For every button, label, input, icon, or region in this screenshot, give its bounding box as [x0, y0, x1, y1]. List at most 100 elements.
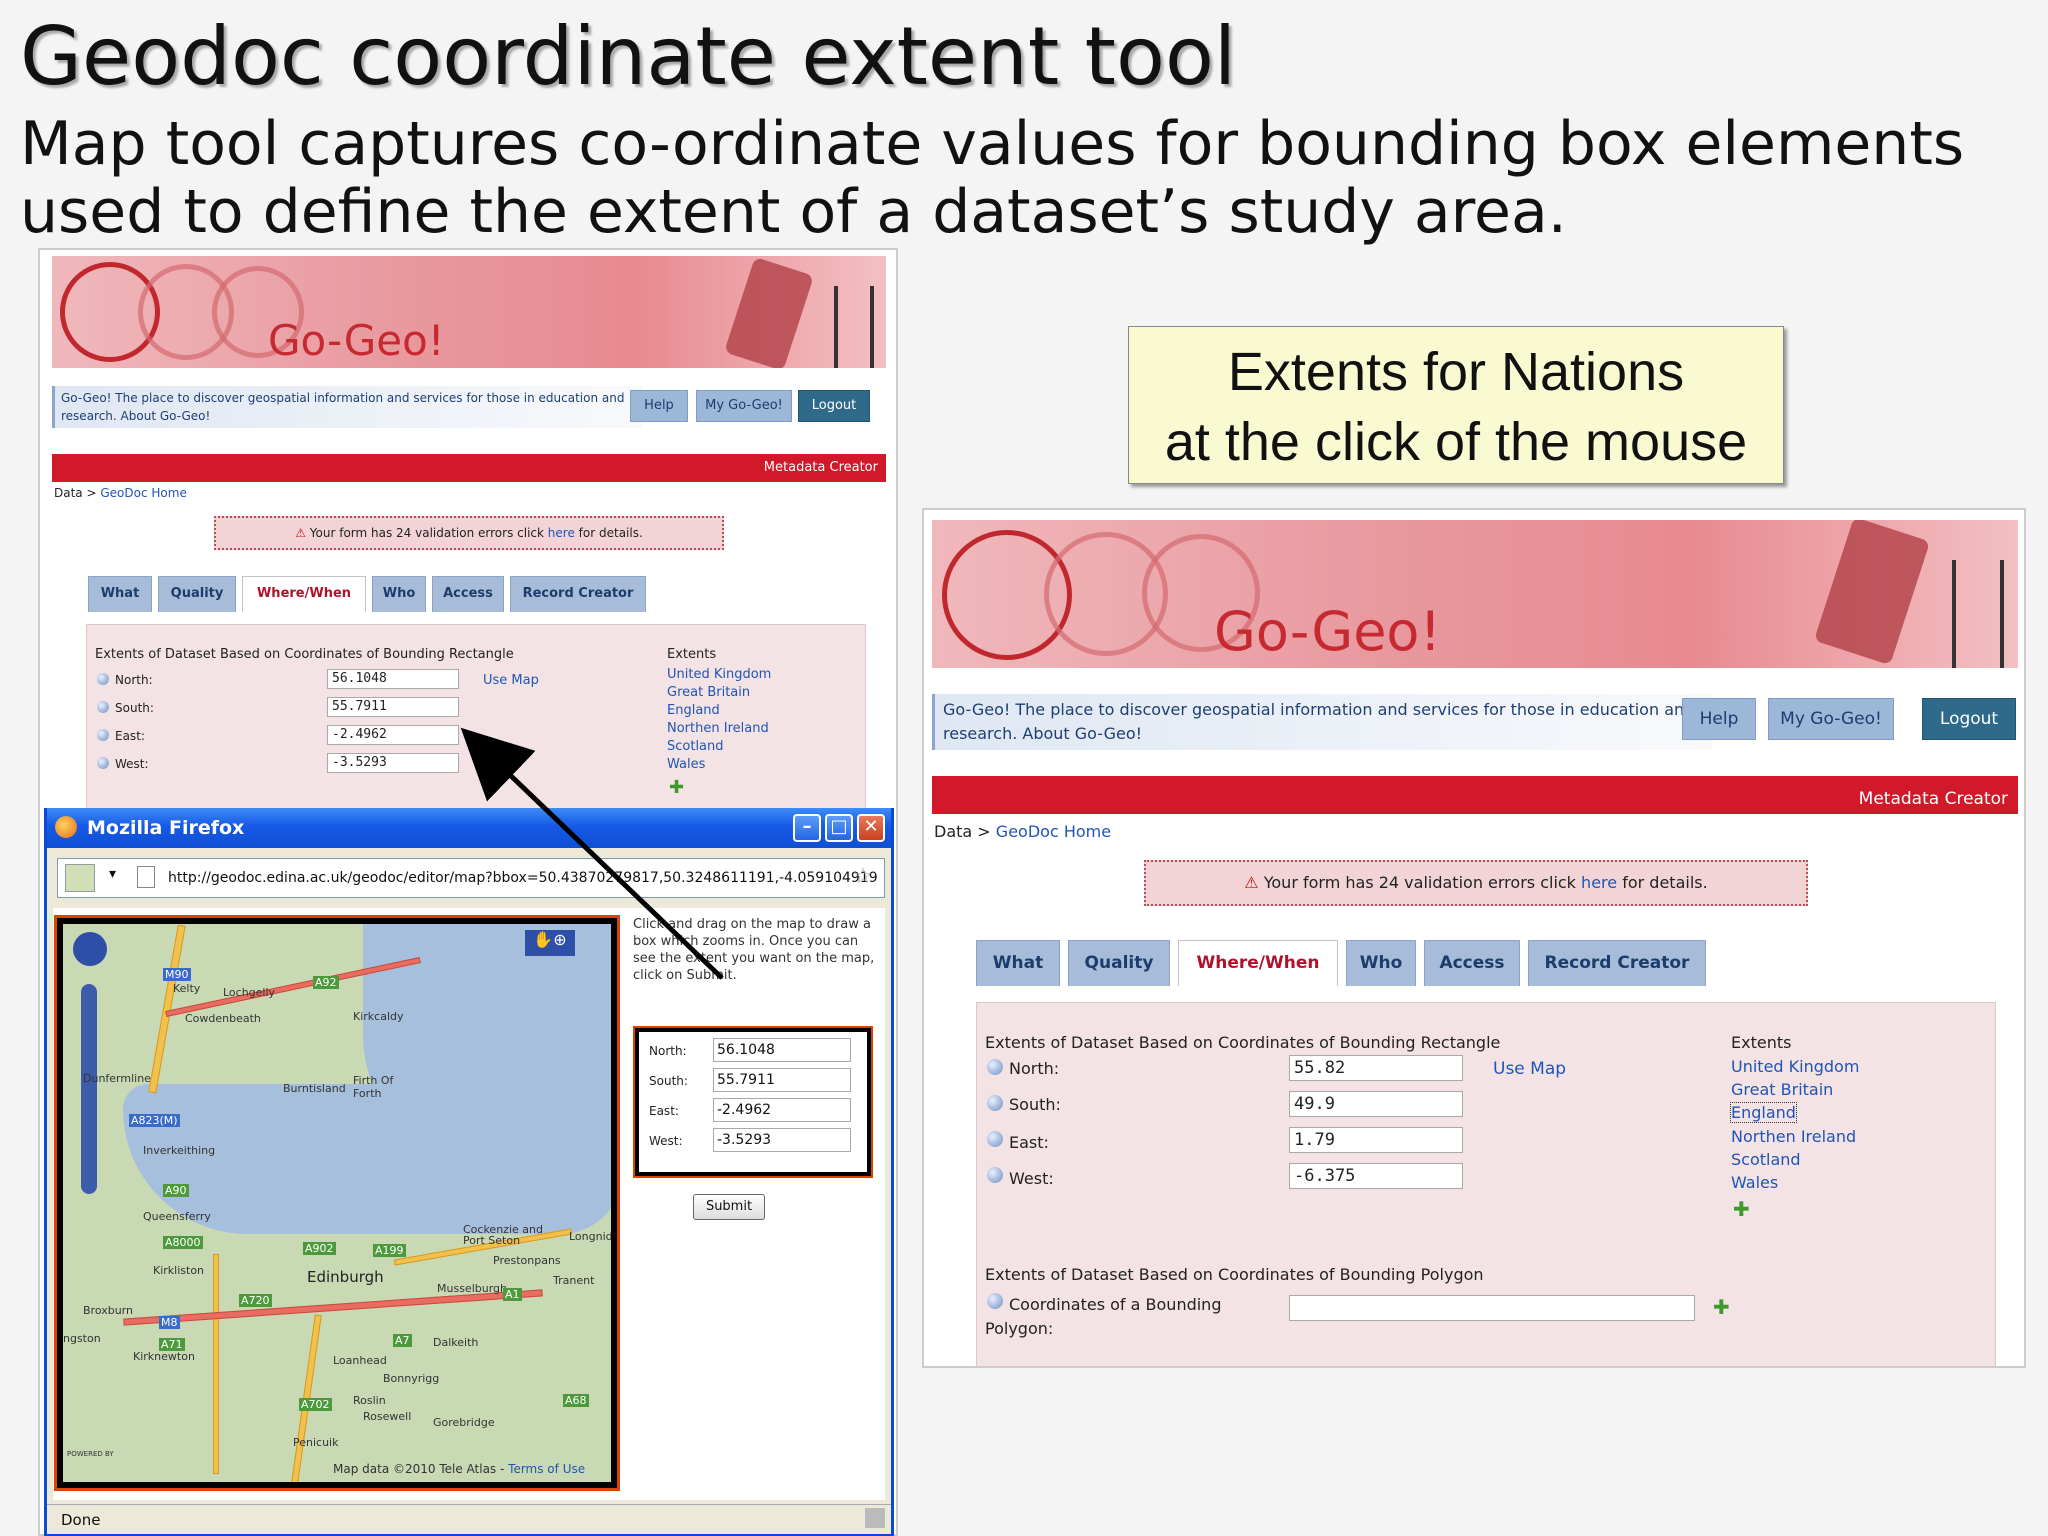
extent-link-scotland[interactable]: Scotland — [667, 739, 724, 754]
extent-link-scotland[interactable]: Scotland — [1731, 1150, 1801, 1169]
road-label: A823(M) — [129, 1114, 180, 1127]
north-input[interactable]: 55.82 — [1289, 1055, 1463, 1081]
help-button[interactable]: Help — [1682, 698, 1756, 740]
maximize-button[interactable]: □ — [825, 814, 853, 842]
resize-grip-icon[interactable] — [865, 1508, 885, 1528]
extent-link-england[interactable]: England — [667, 703, 720, 718]
popup-west-input[interactable]: -3.5293 — [713, 1128, 851, 1152]
firefox-logo-icon — [55, 816, 77, 838]
south-input[interactable]: 55.7911 — [327, 697, 459, 717]
road-label: A71 — [159, 1338, 185, 1351]
extent-link-united-kingdom[interactable]: United Kingdom — [667, 667, 771, 682]
dropdown-arrow-icon[interactable]: ▾ — [109, 866, 116, 882]
submit-button[interactable]: Submit — [693, 1194, 765, 1220]
map-hand-zoom-tools-icon[interactable]: ✋⊕ — [525, 930, 575, 956]
road-label: A199 — [373, 1244, 406, 1257]
popup-east-input[interactable]: -2.4962 — [713, 1098, 851, 1122]
east-input[interactable]: -2.4962 — [327, 725, 459, 745]
tab-who[interactable]: Who — [1346, 940, 1416, 986]
extent-link-united-kingdom[interactable]: United Kingdom — [1731, 1057, 1859, 1076]
north-input[interactable]: 56.1048 — [327, 669, 459, 689]
tab-record-creator[interactable]: Record Creator — [510, 576, 646, 612]
page-icon — [137, 866, 155, 888]
extent-link-northen-ireland[interactable]: Northen Ireland — [667, 721, 769, 736]
map-label: Rosewell — [363, 1410, 412, 1423]
add-polygon-icon[interactable]: ✚ — [1713, 1295, 1730, 1319]
tab-access[interactable]: Access — [432, 576, 504, 612]
gps-device-image — [1813, 520, 1931, 666]
extent-link-england[interactable]: England — [1730, 1102, 1797, 1123]
info-icon — [987, 1059, 1003, 1075]
north-label: North: — [1009, 1059, 1060, 1078]
firefox-titlebar[interactable]: Mozilla Firefox — [47, 808, 891, 848]
tab-what[interactable]: What — [976, 940, 1060, 986]
map-label: Prestonpans — [493, 1254, 561, 1267]
gogeo-logo-text: Go-Geo! — [268, 316, 445, 365]
extent-link-great-britain[interactable]: Great Britain — [1731, 1080, 1833, 1099]
popup-north-input[interactable]: 56.1048 — [713, 1038, 851, 1062]
logout-button[interactable]: Logout — [1922, 698, 2016, 740]
my-gogeo-button[interactable]: My Go-Geo! — [696, 390, 792, 422]
breadcrumb: Data > GeoDoc Home — [934, 822, 1112, 841]
road-label: A92 — [313, 976, 339, 989]
west-label: West: — [1009, 1169, 1054, 1188]
right-screenshot-panel: Go-Geo! Go-Geo! The place to discover ge… — [922, 508, 2026, 1368]
extent-link-northen-ireland[interactable]: Northen Ireland — [1731, 1127, 1856, 1146]
map-label: Dalkeith — [433, 1336, 479, 1349]
status-bar: Done — [47, 1504, 891, 1534]
west-input[interactable]: -3.5293 — [327, 753, 459, 773]
tab-who[interactable]: Who — [372, 576, 426, 612]
east-input[interactable]: 1.79 — [1289, 1127, 1463, 1153]
breadcrumb-link-geodoc-home[interactable]: GeoDoc Home — [100, 486, 186, 500]
breadcrumb-link-geodoc-home[interactable]: GeoDoc Home — [996, 822, 1111, 841]
use-map-link[interactable]: Use Map — [1493, 1059, 1566, 1079]
use-map-link[interactable]: Use Map — [483, 673, 539, 688]
callout-line-2: at the click of the mouse — [1164, 412, 1748, 472]
minimize-button[interactable]: – — [793, 814, 821, 842]
map-label: Queensferry — [143, 1210, 211, 1223]
east-label: East: — [115, 729, 145, 743]
polygon-heading: Extents of Dataset Based on Coordinates … — [985, 1265, 1484, 1284]
bookmark-star-icon[interactable]: ☆ — [853, 864, 873, 889]
extent-link-great-britain[interactable]: Great Britain — [667, 685, 750, 700]
road-label: A68 — [563, 1394, 589, 1407]
gps-device-image — [724, 256, 814, 368]
south-input[interactable]: 49.9 — [1289, 1091, 1463, 1117]
popup-coordinate-box: North: 56.1048 South: 55.7911 East: -2.4… — [633, 1026, 873, 1178]
map-label: Kirkcaldy — [353, 1010, 404, 1023]
tab-where-when[interactable]: Where/When — [242, 576, 366, 612]
zoom-slider[interactable] — [81, 984, 97, 1194]
my-gogeo-button[interactable]: My Go-Geo! — [1768, 698, 1894, 740]
extent-link-wales[interactable]: Wales — [1731, 1173, 1778, 1192]
logout-button[interactable]: Logout — [798, 390, 870, 422]
polygon-input[interactable] — [1289, 1295, 1695, 1321]
add-icon[interactable]: ✚ — [1733, 1197, 1750, 1221]
callout-line-1: Extents for Nations — [1227, 342, 1685, 402]
map-label: Longniddry — [569, 1230, 613, 1243]
validation-details-link[interactable]: here — [548, 526, 575, 540]
tab-what[interactable]: What — [88, 576, 152, 612]
tab-where-when[interactable]: Where/When — [1178, 940, 1338, 986]
map-label: Roslin — [353, 1394, 386, 1407]
tab-record-creator[interactable]: Record Creator — [1528, 940, 1706, 986]
map-view[interactable]: ✋⊕ Kelty Lochgelly Cowdenbeath Kirkcaldy… — [54, 915, 620, 1491]
callout-box: Extents for Nations at the click of the … — [1128, 326, 1784, 484]
close-button[interactable]: ✕ — [857, 814, 885, 842]
west-input[interactable]: -6.375 — [1289, 1163, 1463, 1189]
info-icon — [987, 1095, 1003, 1111]
map-label: Cowdenbeath — [185, 1012, 261, 1025]
help-button[interactable]: Help — [630, 390, 688, 422]
tab-quality[interactable]: Quality — [158, 576, 236, 612]
south-label: South: — [1009, 1095, 1061, 1114]
popup-south-input[interactable]: 55.7911 — [713, 1068, 851, 1092]
tab-access[interactable]: Access — [1424, 940, 1520, 986]
add-icon[interactable]: ✚ — [669, 777, 684, 798]
pan-control-icon[interactable] — [73, 932, 107, 966]
terms-of-use-link[interactable]: Terms of Use — [508, 1462, 585, 1476]
validation-details-link[interactable]: here — [1581, 873, 1617, 892]
tab-quality[interactable]: Quality — [1068, 940, 1170, 986]
map-label: Bonnyrigg — [383, 1372, 440, 1385]
url-bar[interactable]: http://geodoc.edina.ac.uk/geodoc/editor/… — [57, 858, 885, 898]
info-icon — [987, 1167, 1003, 1183]
extent-link-wales[interactable]: Wales — [667, 757, 705, 772]
